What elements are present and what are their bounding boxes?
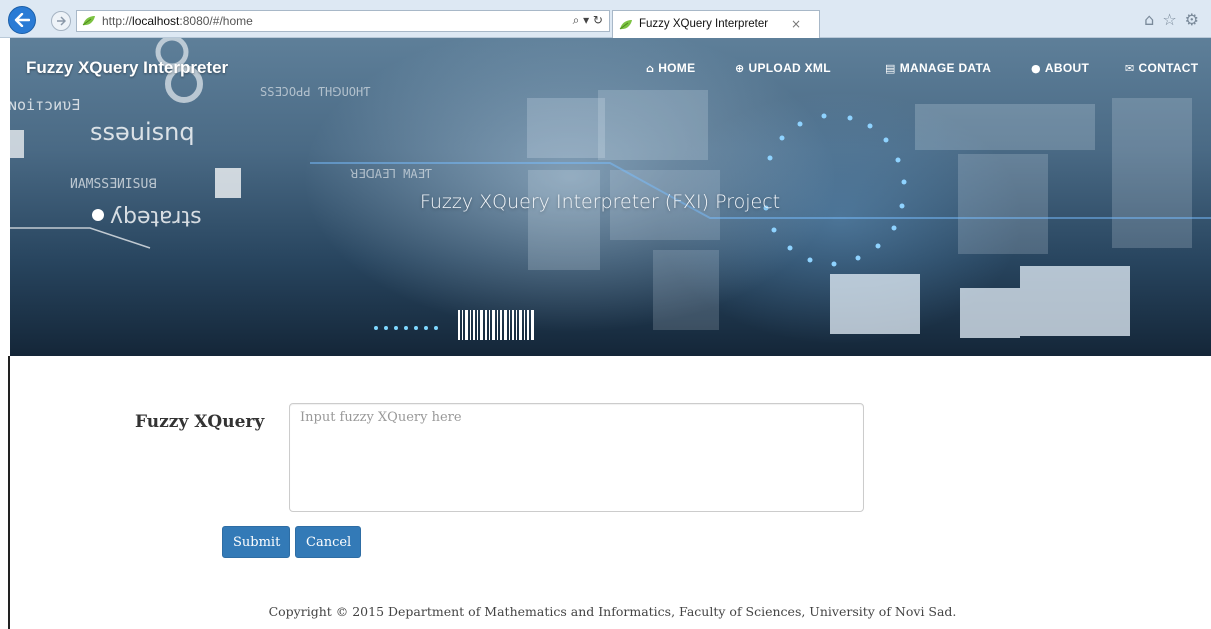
upload-icon: ⊕: [735, 61, 745, 75]
cancel-button[interactable]: Cancel: [295, 526, 361, 558]
fuzzy-xquery-input[interactable]: [289, 403, 864, 512]
favorites-star-icon[interactable]: ☆: [1162, 10, 1176, 29]
tab-title: Fuzzy XQuery Interpreter: [639, 18, 769, 30]
list-icon: ▤: [885, 61, 896, 75]
svg-text:ssəuisnq: ssəuisnq: [90, 118, 195, 146]
nav-about[interactable]: ● ABOUT: [1031, 61, 1089, 75]
footer-copyright: Copyright © 2015 Department of Mathemati…: [268, 604, 957, 619]
fuzzy-xquery-label: Fuzzy XQuery: [135, 412, 265, 432]
home-icon: ⌂: [646, 61, 655, 75]
nav-home[interactable]: ⌂ HOME: [646, 61, 695, 75]
nav-upload-label: UPLOAD XML: [748, 61, 831, 75]
info-icon: ●: [1031, 61, 1041, 75]
hero-banner: ɴoiтɔиυ∃ ssəuisnq ИAMSSƎИISUꓭ ʎbəʇɐɹʇs S…: [10, 38, 1211, 356]
svg-text:ɴoiтɔиυ∃: ɴoiтɔиυ∃: [10, 96, 80, 114]
nav-about-label: ABOUT: [1044, 61, 1090, 75]
svg-text:ʎbəʇɐɹʇs: ʎbəʇɐɹʇs: [110, 204, 202, 229]
tab-close-icon[interactable]: ×: [791, 17, 801, 31]
site-leaf-icon: [82, 16, 95, 26]
svg-text:ИAMSSƎИISUꓭ: ИAMSSƎИISUꓭ: [70, 177, 157, 192]
page-left-border: [8, 356, 10, 629]
browser-toolbar: http://localhost:8080/#/home ⌕ ▾ ↻ Fuzzy…: [0, 0, 1211, 38]
submit-button[interactable]: Submit: [222, 526, 290, 558]
brand-logo[interactable]: Fuzzy XQuery Interpreter: [26, 58, 228, 78]
url-text: http://localhost:8080/#/home: [102, 14, 253, 28]
tab-leaf-icon: [619, 20, 632, 30]
settings-gear-icon[interactable]: ⚙: [1185, 10, 1199, 29]
nav-contact[interactable]: ✉ CONTACT: [1125, 61, 1198, 75]
forward-button[interactable]: [51, 11, 71, 31]
search-refresh-icon[interactable]: ⌕ ▾ ↻: [573, 13, 603, 28]
nav-manage-label: MANAGE DATA: [899, 61, 992, 75]
tab-fuzzy-xquery[interactable]: Fuzzy XQuery Interpreter ×: [612, 10, 820, 38]
main-nav: ⌂ HOME ⊕ UPLOAD XML ▤ MANAGE DATA ● ABOU…: [611, 61, 1211, 77]
hero-title: Fuzzy XQuery Interpreter (FXI) Project: [420, 191, 781, 213]
address-bar[interactable]: http://localhost:8080/#/home ⌕ ▾ ↻: [76, 10, 610, 32]
nav-upload-xml[interactable]: ⊕ UPLOAD XML: [735, 61, 831, 75]
nav-home-label: HOME: [658, 61, 696, 75]
nav-manage-data[interactable]: ▤ MANAGE DATA: [885, 61, 991, 75]
svg-text:ꓤƎꓷAƎꓶ MAƎƬ: ꓤƎꓷAƎꓶ MAƎƬ: [350, 167, 432, 181]
back-button[interactable]: [8, 6, 36, 34]
home-browser-icon[interactable]: ⌂: [1144, 10, 1154, 29]
svg-text:SSƎƆOꓒꓒ ƬHꓨUOHƬ: SSƎƆOꓒꓒ ƬHꓨUOHƬ: [260, 85, 370, 99]
nav-contact-label: CONTACT: [1138, 61, 1199, 75]
back-arrow-icon: [14, 13, 30, 27]
forward-arrow-icon: [57, 16, 66, 26]
envelope-icon: ✉: [1125, 61, 1135, 75]
browser-tools: ⌂ ☆ ⚙: [1144, 10, 1199, 29]
